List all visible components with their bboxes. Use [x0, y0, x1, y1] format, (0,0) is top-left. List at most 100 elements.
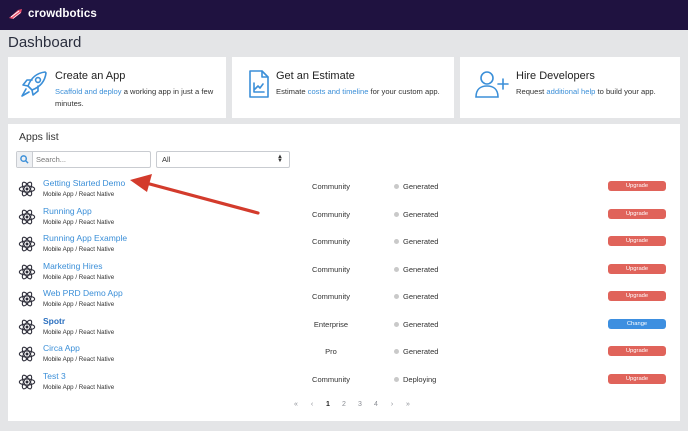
react-atom-icon: [18, 263, 36, 286]
react-atom-icon: [18, 208, 36, 231]
change-plan-button[interactable]: Change: [608, 318, 666, 329]
react-atom-icon: [18, 290, 36, 313]
search-button[interactable]: [17, 152, 33, 167]
react-atom-icon: [18, 180, 36, 203]
next-page-button[interactable]: ›: [384, 401, 400, 408]
app-status-text: Generated: [403, 292, 439, 301]
create-app-description: Scaffold and deploy a working app in jus…: [55, 86, 219, 110]
upgrade-button[interactable]: Upgrade: [608, 373, 666, 384]
app-row: Test 3 Mobile App / React Native Community…: [8, 369, 680, 396]
filter-select-value: All: [162, 155, 171, 164]
page-2-button[interactable]: 2: [336, 401, 352, 408]
app-type: Mobile App / React Native: [43, 383, 115, 391]
estimate-desc-prefix: Estimate: [276, 87, 308, 96]
app-row: Marketing Hires Mobile App / React Native…: [8, 259, 680, 286]
app-status-text: Deploying: [403, 374, 437, 384]
app-name-link[interactable]: Spotr: [43, 316, 65, 326]
app-row: Circa App Mobile App / React Native Pro Gen…: [8, 341, 680, 368]
app-status-text: Generated: [403, 264, 439, 274]
upgrade-button[interactable]: Upgrade: [608, 181, 666, 191]
search-input[interactable]: [36, 153, 144, 165]
create-app-card[interactable]: Create an App Scaffold and deploy a work…: [8, 57, 226, 118]
app-row: Running App Mobile App / React Native Comm…: [8, 204, 680, 231]
app-plan: Community: [312, 182, 350, 191]
upgrade-button[interactable]: Upgrade: [608, 236, 666, 246]
app-plan: Community: [312, 374, 350, 384]
status-dot-icon: [394, 321, 399, 327]
filter-select[interactable]: All ▲ ▼: [156, 151, 290, 168]
search-box: [16, 151, 151, 168]
brand-logo[interactable]: crowdbotics: [8, 8, 97, 20]
app-name-link[interactable]: Test 3: [43, 371, 66, 381]
costs-timeline-link[interactable]: costs and timeline: [308, 87, 369, 96]
page-3-button[interactable]: 3: [352, 401, 368, 408]
pagination: « ‹ 1 2 3 4 › »: [288, 401, 416, 408]
app-status-text: Generated: [403, 237, 439, 246]
app-status: Generated: [394, 347, 438, 356]
app-status: Deploying: [394, 375, 436, 384]
get-estimate-title: Get an Estimate: [276, 70, 355, 82]
app-plan: Enterprise: [313, 319, 349, 329]
estimate-document-icon: [249, 70, 269, 98]
hire-developers-title: Hire Developers: [516, 70, 595, 82]
get-estimate-card[interactable]: Get an Estimate Estimate costs and timel…: [232, 57, 454, 118]
app-status-text: Generated: [403, 209, 439, 219]
react-atom-icon: [18, 345, 36, 368]
app-plan: Community: [312, 237, 350, 246]
app-name-link[interactable]: Circa App: [43, 343, 80, 353]
app-plan: Community: [312, 264, 350, 274]
app-type: Mobile App / React Native: [43, 356, 115, 363]
app-type: Mobile App / React Native: [43, 328, 115, 336]
scaffold-link[interactable]: Scaffold and deploy: [55, 87, 122, 96]
app-status: Generated: [394, 182, 438, 191]
app-name-link[interactable]: Marketing Hires: [43, 261, 103, 271]
app-status: Generated: [394, 265, 438, 274]
brand-name: crowdbotics: [28, 8, 97, 20]
estimate-desc-text: for your custom app.: [368, 87, 440, 96]
upgrade-button[interactable]: Upgrade: [608, 291, 666, 301]
status-dot-icon: [394, 239, 399, 244]
select-arrows-icon: ▲ ▼: [277, 154, 283, 164]
app-status-text: Generated: [403, 319, 439, 329]
get-estimate-description: Estimate costs and timeline for your cus…: [276, 86, 448, 98]
app-status: Generated: [394, 292, 438, 301]
react-atom-icon: [18, 318, 36, 341]
app-name-link[interactable]: Web PRD Demo App: [43, 288, 123, 298]
create-app-title: Create an App: [55, 70, 126, 82]
status-dot-icon: [394, 184, 399, 189]
app-name-link[interactable]: Running App: [43, 206, 92, 216]
app-type: Mobile App / React Native: [43, 218, 115, 226]
app-status-text: Generated: [403, 182, 439, 191]
app-plan: Community: [312, 292, 350, 301]
app-name-link[interactable]: Getting Started Demo: [43, 178, 125, 188]
app-name-link[interactable]: Running App Example: [43, 233, 127, 243]
top-navbar: crowdbotics: [0, 0, 688, 30]
upgrade-button[interactable]: Upgrade: [608, 346, 666, 356]
additional-help-link[interactable]: additional help: [546, 87, 595, 96]
page-title: Dashboard: [8, 34, 82, 51]
last-page-button[interactable]: »: [400, 401, 416, 408]
upgrade-button[interactable]: Upgrade: [608, 263, 666, 274]
app-row: Web PRD Demo App Mobile App / React Nativ…: [8, 286, 680, 313]
hire-developers-card[interactable]: Hire Developers Request additional help …: [460, 57, 680, 118]
react-atom-icon: [18, 373, 36, 396]
page-4-button[interactable]: 4: [368, 401, 384, 408]
rocket-icon: [21, 71, 47, 97]
app-type: Mobile App / React Native: [43, 246, 115, 253]
first-page-button[interactable]: «: [288, 401, 304, 408]
prev-page-button[interactable]: ‹: [304, 401, 320, 408]
hire-desc-text: to build your app.: [595, 87, 656, 96]
app-plan: Community: [312, 209, 350, 219]
app-status-text: Generated: [403, 347, 439, 356]
app-row: Running App Example Mobile App / React Na…: [8, 231, 680, 258]
app-type: Mobile App / React Native: [43, 191, 115, 198]
crowdbotics-logo-icon: [9, 9, 22, 19]
page-1-button[interactable]: 1: [320, 401, 336, 408]
app-plan: Pro: [325, 347, 337, 356]
hire-developers-description: Request additional help to build your ap…: [516, 86, 676, 98]
app-type: Mobile App / React Native: [43, 273, 115, 281]
hire-desc-prefix: Request: [516, 87, 547, 96]
upgrade-button[interactable]: Upgrade: [608, 208, 666, 219]
add-user-icon: [475, 71, 509, 98]
app-row: Spotr Mobile App / React Native Enterprise…: [8, 314, 680, 341]
